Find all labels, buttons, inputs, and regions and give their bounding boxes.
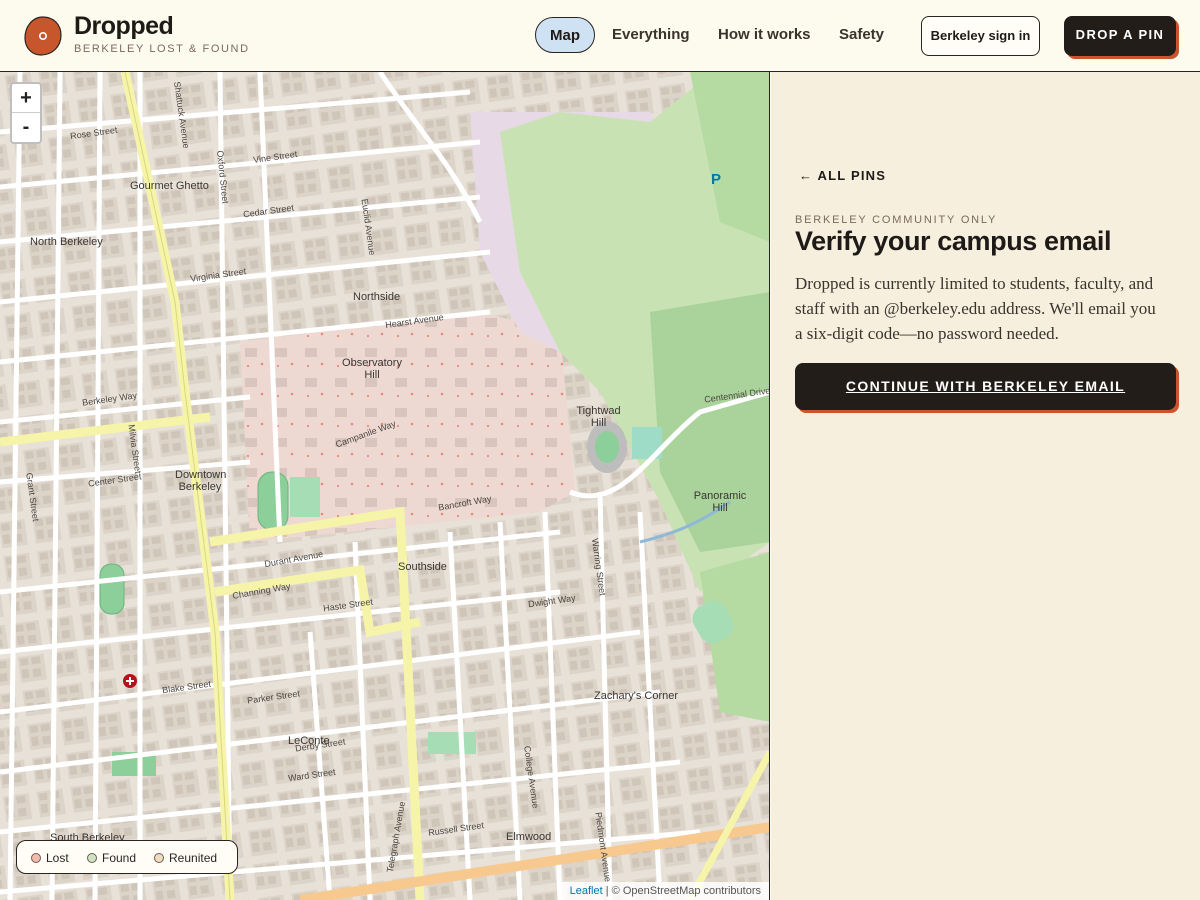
panel-eyebrow: BERKELEY COMMUNITY ONLY — [795, 214, 998, 226]
legend-swatch — [87, 853, 97, 863]
map-place-label: Elmwood — [506, 831, 552, 843]
verify-panel: ← ALL PINS BERKELEY COMMUNITY ONLY Verif… — [771, 72, 1200, 900]
dropped-logo-icon[interactable] — [24, 16, 62, 56]
nav-safety[interactable]: Safety — [839, 17, 884, 53]
map-tiles[interactable]: P — [0, 72, 770, 900]
legend-label: Lost — [46, 851, 69, 865]
map-place-label: Northside — [353, 291, 401, 303]
zoom-in-button[interactable]: + — [12, 84, 40, 113]
arrow-left-icon: ← — [799, 168, 814, 183]
all-pins-label: ALL PINS — [817, 168, 887, 183]
zoom-out-button[interactable]: - — [12, 113, 40, 142]
legend-item-found: Found — [87, 850, 136, 866]
continue-with-berkeley-email-button[interactable]: CONTINUE WITH BERKELEY EMAIL — [795, 363, 1176, 410]
legend-label: Reunited — [169, 851, 218, 865]
legend-label: Found — [102, 851, 137, 865]
leaflet-link[interactable]: Leaflet — [570, 885, 603, 897]
legend-item-lost: Lost — [31, 850, 69, 866]
map-attribution: Leaflet | © OpenStreetMap contributors — [561, 882, 769, 900]
map-place-label: Southside — [398, 561, 447, 573]
zoom-control: + - — [10, 82, 42, 144]
panel-title: Verify your campus email — [795, 226, 1112, 256]
map-place-label: Downtown Berkeley — [175, 469, 227, 493]
all-pins-link[interactable]: ← ALL PINS — [799, 168, 886, 183]
map-legend: Lost Found Reunited — [16, 840, 238, 874]
legend-item-reunited: Reunited — [154, 850, 217, 866]
legend-swatch — [154, 853, 164, 863]
legend-swatch — [31, 853, 41, 863]
brand-name[interactable]: Dropped — [74, 12, 174, 41]
osm-attribution-link[interactable]: © OpenStreetMap contributors — [612, 885, 761, 897]
map-place-label: Observatory Hill — [342, 357, 402, 381]
map-place-label: Zachary's Corner — [594, 690, 679, 702]
top-header: Dropped BERKELEY LOST & FOUND Map Everyt… — [0, 0, 1200, 72]
map-place-label: Tightwad Hill — [576, 405, 621, 429]
panel-description: Dropped is currently limited to students… — [795, 274, 1156, 343]
nav-everything[interactable]: Everything — [612, 17, 690, 53]
map-place-label: North Berkeley — [30, 236, 103, 248]
map-place-label: Panoramic Hill — [693, 490, 747, 514]
nav-map[interactable]: Map — [535, 17, 595, 53]
map-place-label: Gourmet Ghetto — [130, 180, 209, 192]
berkeley-signin-button[interactable]: Berkeley sign in — [921, 16, 1040, 56]
map-view[interactable]: P Gourmet Ghetto North Berkeley Northsid… — [0, 72, 770, 900]
svg-text:P: P — [711, 171, 721, 188]
brand-subtitle: BERKELEY LOST & FOUND — [74, 43, 250, 55]
nav-how-it-works[interactable]: How it works — [718, 17, 811, 53]
drop-pin-button[interactable]: DROP A PIN — [1064, 16, 1176, 56]
